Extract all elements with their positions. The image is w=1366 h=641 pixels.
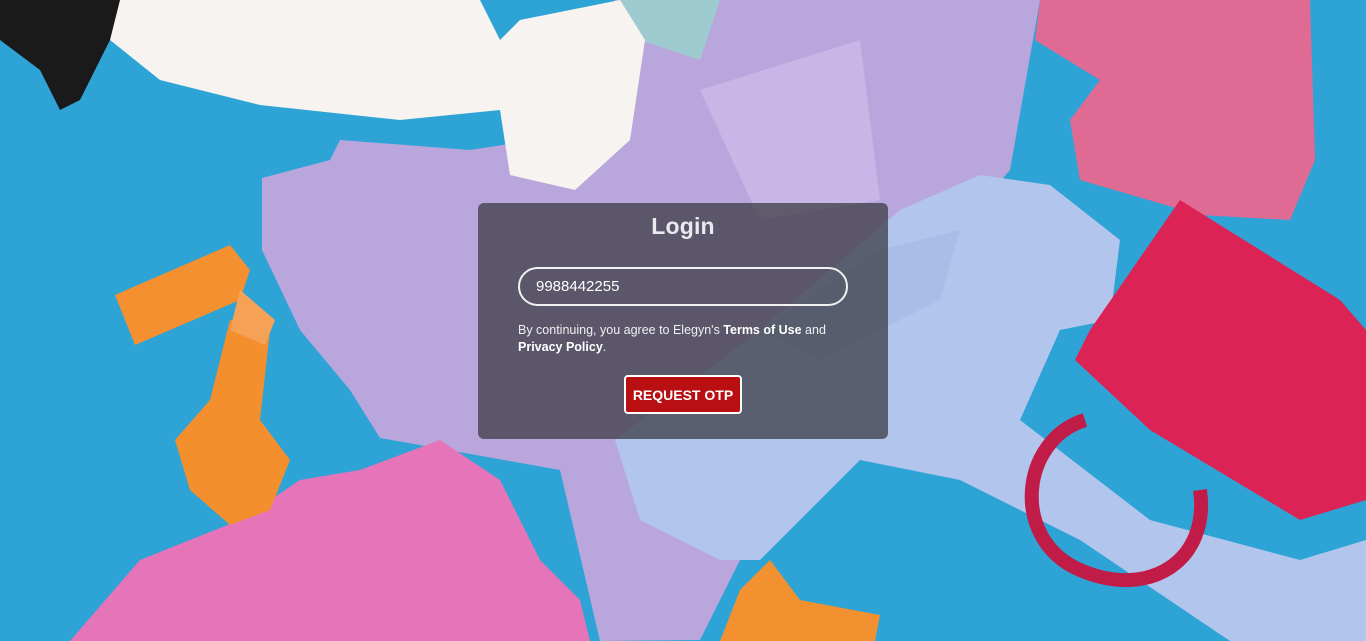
login-title: Login <box>651 213 715 239</box>
phone-number-input[interactable] <box>518 267 848 306</box>
consent-prefix: By continuing, you agree to Elegyn's <box>518 323 724 337</box>
request-otp-button[interactable]: REQUEST OTP <box>624 375 742 414</box>
terms-of-use-link[interactable]: Terms of Use <box>723 323 801 337</box>
consent-and: and <box>801 323 826 337</box>
login-card: Login By continuing, you agree to Elegyn… <box>478 203 888 439</box>
consent-suffix: . <box>602 340 607 354</box>
consent-text: By continuing, you agree to Elegyn's Ter… <box>518 322 858 356</box>
privacy-policy-link[interactable]: Privacy Policy <box>518 340 603 354</box>
